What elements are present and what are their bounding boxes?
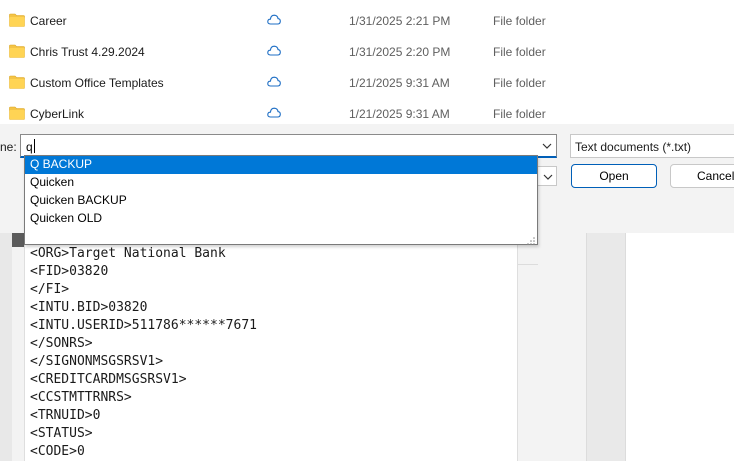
folder-icon xyxy=(9,106,25,120)
cloud-status-icon xyxy=(267,14,281,25)
editor-line: <INTU.BID>03820 xyxy=(30,300,148,315)
editor-right-panel-white xyxy=(626,233,734,461)
file-row[interactable]: Chris Trust 4.29.2024 1/31/2025 2:20 PM Fi… xyxy=(0,37,734,68)
background-editor: <FI><ORG>Target National Bank<FID>03820<… xyxy=(0,233,734,461)
cloud-status-icon xyxy=(267,107,281,118)
text-caret xyxy=(34,139,35,153)
chevron-down-icon xyxy=(543,174,553,180)
file-list: Career 1/31/2025 2:21 PM File folder Chris … xyxy=(0,0,734,124)
editor-side-strip xyxy=(12,233,24,247)
editor-document: <FI><ORG>Target National Bank<FID>03820<… xyxy=(24,233,518,461)
editor-line: </SIGNONMSGSRSV1> xyxy=(30,354,164,369)
file-name-label: ne: xyxy=(0,140,17,154)
editor-line: </FI> xyxy=(30,282,70,297)
divider xyxy=(518,264,538,265)
folder-icon xyxy=(9,44,25,58)
file-row[interactable]: Custom Office Templates 1/21/2025 9:31 AM… xyxy=(0,68,734,99)
file-type: File folder xyxy=(493,107,546,121)
editor-line: <STATUS> xyxy=(30,426,93,441)
file-date: 1/21/2025 9:31 AM xyxy=(349,107,450,121)
suggestion-item[interactable]: Quicken OLD xyxy=(25,210,537,228)
folder-icon xyxy=(9,13,25,27)
editor-line: <CCSTMTTRNRS> xyxy=(30,390,132,405)
editor-line: <ORG>Target National Bank xyxy=(30,246,226,261)
editor-line: <TRNUID>0 xyxy=(30,408,101,423)
editor-right-panel xyxy=(586,233,626,461)
file-row[interactable]: Career 1/31/2025 2:21 PM File folder xyxy=(0,6,734,37)
editor-line: <FID>03820 xyxy=(30,264,109,279)
suggestion-item[interactable]: Quicken xyxy=(25,174,537,192)
file-name: Custom Office Templates xyxy=(30,76,164,90)
open-button[interactable]: Open xyxy=(571,164,657,188)
editor-line: <CODE>0 xyxy=(30,444,85,459)
suggestion-item[interactable]: Q BACKUP xyxy=(25,156,537,174)
file-name: Chris Trust 4.29.2024 xyxy=(30,45,145,59)
file-type: File folder xyxy=(493,76,546,90)
editor-line: <INTU.USERID>511786******7671 xyxy=(30,318,257,333)
editor-right-area xyxy=(518,233,734,461)
cloud-status-icon xyxy=(267,45,281,56)
editor-gutter xyxy=(0,233,12,461)
autocomplete-list: Q BACKUP Quicken Quicken BACKUP Quicken OLD xyxy=(24,155,538,245)
editor-line: </SONRS> xyxy=(30,336,93,351)
folder-icon xyxy=(9,75,25,89)
file-name: CyberLink xyxy=(30,107,85,121)
file-type: File folder xyxy=(493,45,546,59)
file-date: 1/31/2025 2:21 PM xyxy=(349,14,451,28)
editor-text: <FI><ORG>Target National Bank<FID>03820<… xyxy=(30,233,257,461)
cancel-button[interactable]: Cancel xyxy=(670,164,734,188)
file-name-value: q xyxy=(26,140,33,154)
file-date: 1/21/2025 9:31 AM xyxy=(349,76,450,90)
save-dialog-screen: <FI><ORG>Target National Bank<FID>03820<… xyxy=(0,0,734,461)
cloud-status-icon xyxy=(267,76,281,87)
file-date: 1/31/2025 2:20 PM xyxy=(349,45,451,59)
editor-line: <CREDITCARDMSGSRSV1> xyxy=(30,372,187,387)
file-name: Career xyxy=(30,14,67,28)
chevron-down-icon[interactable] xyxy=(540,140,554,152)
file-type: File folder xyxy=(493,14,546,28)
resize-grip-icon[interactable] xyxy=(527,234,535,245)
file-type-select[interactable]: Text documents (*.txt) xyxy=(570,134,734,158)
suggestion-item[interactable]: Quicken BACKUP xyxy=(25,192,537,210)
tools-dropdown[interactable] xyxy=(537,166,557,186)
